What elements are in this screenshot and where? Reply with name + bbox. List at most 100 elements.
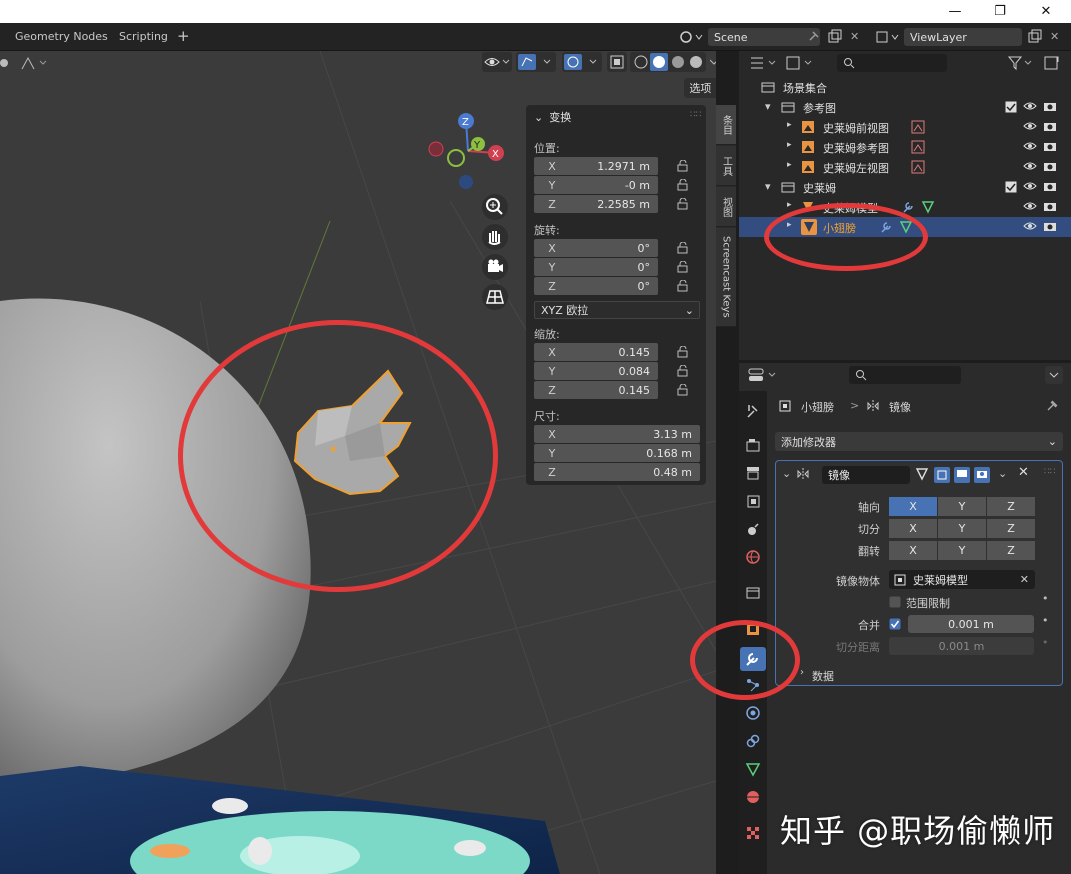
merge-checkbox[interactable] <box>889 618 901 633</box>
transform-header[interactable]: ⌄ 变换 <box>534 109 571 125</box>
keyframe-dot-icon[interactable]: • <box>1042 614 1049 627</box>
bisect-z-button[interactable]: Z <box>987 519 1035 538</box>
close-window-button[interactable]: ✕ <box>1023 0 1069 23</box>
lock-icon[interactable] <box>676 279 690 292</box>
scale-z-field[interactable]: Z 0.145 <box>534 381 658 399</box>
shading-mode-selector[interactable] <box>630 52 706 72</box>
new-scene-icon[interactable] <box>826 28 844 46</box>
view-layer-icon[interactable] <box>874 27 902 47</box>
dimension-y-field[interactable]: Y 0.168 m <box>534 444 700 462</box>
add-workspace-button[interactable]: + <box>177 27 190 45</box>
disclosure-triangle-icon[interactable]: › <box>800 667 804 678</box>
flip-z-button[interactable]: Z <box>987 541 1035 560</box>
drag-handle-icon[interactable]: ∷∷ <box>690 110 701 120</box>
minimize-button[interactable]: — <box>932 0 978 23</box>
camera-icon[interactable] <box>1043 100 1057 112</box>
remove-view-layer-icon[interactable]: ✕ <box>1050 30 1059 43</box>
view-layer-properties-icon[interactable] <box>745 493 761 509</box>
tab-tool[interactable]: 工具 <box>716 146 736 186</box>
add-modifier-dropdown[interactable]: 添加修改器 ⌄ <box>775 432 1063 451</box>
perspective-grid-icon[interactable] <box>482 284 508 310</box>
lock-icon[interactable] <box>676 383 690 396</box>
lock-icon[interactable] <box>676 260 690 273</box>
camera-view-icon[interactable] <box>482 254 508 280</box>
lock-icon[interactable] <box>676 364 690 377</box>
disclosure-triangle-icon[interactable]: ▾ <box>765 180 771 193</box>
gizmo-toggle[interactable] <box>516 52 556 72</box>
lock-icon[interactable] <box>676 345 690 358</box>
rotation-z-field[interactable]: Z 0° <box>534 277 658 295</box>
shading-options-icon[interactable] <box>709 56 716 71</box>
scale-y-field[interactable]: Y 0.084 <box>534 362 658 380</box>
material-properties-icon[interactable] <box>745 789 761 805</box>
properties-editor-type[interactable] <box>747 366 781 384</box>
clear-field-icon[interactable]: ✕ <box>1020 573 1029 586</box>
axis-y-button[interactable]: Y <box>938 497 986 516</box>
camera-icon[interactable] <box>1043 120 1057 132</box>
location-x-field[interactable]: X 1.2971 m <box>534 157 658 175</box>
new-view-layer-icon[interactable] <box>1026 28 1044 46</box>
disclosure-triangle-icon[interactable]: ▾ <box>765 100 771 113</box>
eye-icon[interactable] <box>1023 100 1037 112</box>
visibility-toggle[interactable] <box>482 52 512 72</box>
outliner-row-slime-collection[interactable]: ▾ 史莱姆 <box>739 177 1071 197</box>
pin-icon[interactable] <box>806 30 820 44</box>
world-properties-icon[interactable] <box>745 549 761 565</box>
lock-icon[interactable] <box>676 197 690 210</box>
lock-icon[interactable] <box>676 159 690 172</box>
bisect-x-button[interactable]: X <box>889 519 937 538</box>
output-properties-icon[interactable] <box>745 465 761 481</box>
disclosure-triangle-icon[interactable]: ▸ <box>787 200 792 210</box>
texture-properties-icon[interactable] <box>745 825 761 841</box>
disclosure-triangle-icon[interactable]: ▸ <box>787 140 792 150</box>
zoom-icon[interactable] <box>482 194 508 220</box>
mesh-data-properties-icon[interactable] <box>745 761 761 777</box>
bisect-y-button[interactable]: Y <box>938 519 986 538</box>
clipping-checkbox[interactable] <box>889 596 901 611</box>
overlay-toggle[interactable] <box>562 52 602 72</box>
lock-icon[interactable] <box>676 241 690 254</box>
remove-scene-icon[interactable]: ✕ <box>850 30 859 43</box>
remove-modifier-icon[interactable]: ✕ <box>1018 465 1029 480</box>
outliner-row-reference[interactable]: ▾ 参考图 <box>739 97 1071 117</box>
lock-icon[interactable] <box>676 178 690 191</box>
disclosure-triangle-icon[interactable]: ▸ <box>787 160 792 170</box>
dimension-z-field[interactable]: Z 0.48 m <box>534 463 700 481</box>
scene-icon[interactable] <box>678 27 706 47</box>
rotation-y-field[interactable]: Y 0° <box>534 258 658 276</box>
dimension-x-field[interactable]: X 3.13 m <box>534 425 700 443</box>
eye-icon[interactable] <box>1023 120 1037 132</box>
checkbox-checked-icon[interactable] <box>1005 101 1017 116</box>
outliner-editor-type[interactable] <box>747 54 817 72</box>
location-z-field[interactable]: Z 2.2585 m <box>534 195 658 213</box>
tab-view[interactable]: 视图 <box>716 187 736 227</box>
pin-icon[interactable] <box>1045 399 1059 416</box>
scale-x-field[interactable]: X 0.145 <box>534 343 658 361</box>
snap-icon[interactable] <box>0 55 50 71</box>
outliner-row-scene-collection[interactable]: 场景集合 <box>739 77 1071 97</box>
checkbox-checked-icon[interactable] <box>1005 181 1017 196</box>
rotation-x-field[interactable]: X 0° <box>534 239 658 257</box>
render-properties-icon[interactable] <box>745 437 761 453</box>
filter-icon[interactable] <box>1007 54 1067 72</box>
scene-name-field[interactable]: Scene <box>708 28 820 46</box>
camera-icon[interactable] <box>1043 160 1057 172</box>
drag-handle-icon[interactable]: ∷∷ <box>1044 467 1055 477</box>
axis-z-button[interactable]: Z <box>987 497 1035 516</box>
axis-x-button[interactable]: X <box>889 497 937 516</box>
eye-icon[interactable] <box>1023 160 1037 172</box>
viewport-options-button[interactable]: 选项⌄ <box>684 78 716 98</box>
modifier-menu-chevron-icon[interactable]: ⌄ <box>998 467 1007 480</box>
camera-icon[interactable] <box>1043 140 1057 152</box>
rotation-mode-dropdown[interactable]: XYZ 欧拉 ⌄ <box>534 301 700 319</box>
collapse-chevron-icon[interactable]: ⌄ <box>782 467 791 480</box>
tab-geometry-nodes[interactable]: Geometry Nodes <box>15 30 108 43</box>
keyframe-dot-icon[interactable]: • <box>1042 592 1049 605</box>
tool-settings-icon[interactable] <box>745 403 761 419</box>
eye-icon[interactable] <box>1023 220 1037 232</box>
merge-distance-field[interactable]: 0.001 m <box>908 615 1034 633</box>
pan-hand-icon[interactable] <box>482 224 508 250</box>
location-y-field[interactable]: Y -0 m <box>534 176 658 194</box>
maximize-button[interactable]: ❐ <box>977 0 1023 23</box>
data-subpanel-header[interactable]: 数据 <box>812 668 834 684</box>
